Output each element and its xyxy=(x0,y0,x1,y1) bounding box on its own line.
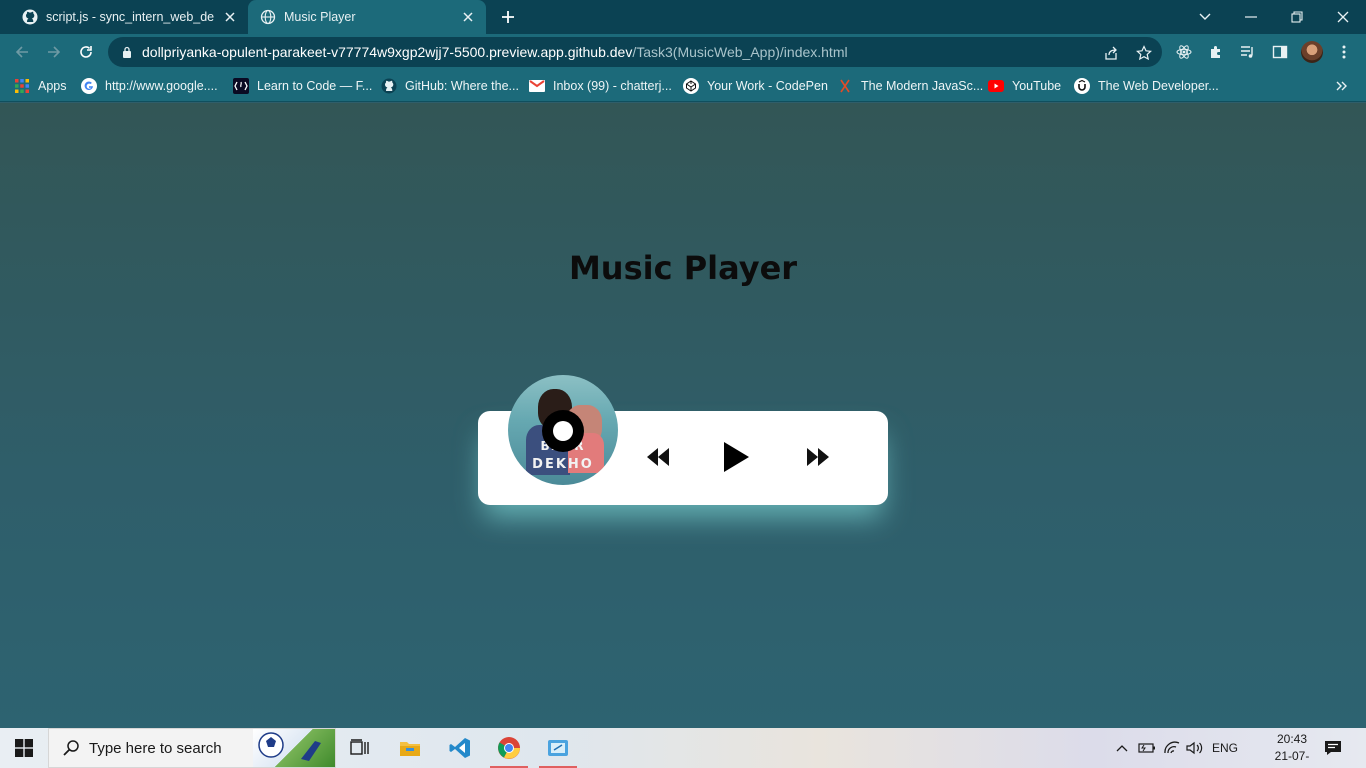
vscode-icon xyxy=(449,738,470,758)
lock-icon[interactable] xyxy=(120,45,134,59)
bookmark-label: Learn to Code — F... xyxy=(257,79,373,93)
album-art-disc: EK BAAR DEKHO xyxy=(508,375,618,485)
gmail-icon xyxy=(529,78,545,94)
system-clock[interactable]: 20:43 21-07-2023 xyxy=(1262,731,1322,768)
tab-music-player[interactable]: Music Player xyxy=(248,0,486,34)
page-title: Music Player xyxy=(568,249,798,287)
address-bar[interactable]: dollpriyanka-opulent-parakeet-v77774w9xg… xyxy=(108,37,1162,67)
url-text[interactable]: dollpriyanka-opulent-parakeet-v77774w9xg… xyxy=(142,44,848,60)
play-icon xyxy=(724,442,749,472)
battery-icon[interactable] xyxy=(1137,728,1157,768)
chrome-icon xyxy=(498,737,520,759)
input-language-indicator[interactable]: ENG xyxy=(1209,728,1241,768)
next-track-button[interactable] xyxy=(806,445,830,469)
side-panel-icon[interactable] xyxy=(1271,43,1289,61)
javascript-info-icon xyxy=(837,78,853,94)
task-view-icon xyxy=(350,739,369,755)
more-bookmarks-chevron-icon[interactable] xyxy=(1336,76,1348,96)
search-placeholder: Type here to search xyxy=(89,739,222,757)
tab-strip: script.js - sync_intern_web_develo Music… xyxy=(0,0,1366,34)
file-explorer-button[interactable] xyxy=(387,728,433,768)
tab-title: script.js - sync_intern_web_develo xyxy=(46,10,214,24)
new-tab-icon[interactable] xyxy=(498,7,518,27)
share-icon[interactable] xyxy=(1102,44,1120,62)
freecodecamp-icon xyxy=(233,78,249,94)
browser-toolbar: dollpriyanka-opulent-parakeet-v77774w9xg… xyxy=(0,34,1366,70)
bookmark-udemy[interactable]: The Web Developer... xyxy=(1074,76,1219,96)
windows-logo-icon xyxy=(15,739,33,757)
bookmark-freecodecamp[interactable]: Learn to Code — F... xyxy=(233,76,372,96)
show-hidden-icons-chevron-icon[interactable] xyxy=(1113,728,1131,768)
close-tab-icon[interactable] xyxy=(222,9,238,25)
bookmark-label: The Modern JavaSc... xyxy=(861,79,984,93)
bookmark-label: YouTube xyxy=(1012,79,1062,93)
close-window-icon[interactable] xyxy=(1330,4,1356,30)
windows-start-button[interactable] xyxy=(0,728,48,768)
minimize-icon[interactable] xyxy=(1238,4,1264,30)
folder-icon xyxy=(400,742,420,756)
back-arrow-icon[interactable] xyxy=(10,40,34,64)
bookmarks-bar: Apps http://www.google.... Learn to Code… xyxy=(0,70,1366,102)
bookmark-gmail[interactable]: Inbox (99) - chatterj... xyxy=(529,76,672,96)
search-highlight-image[interactable] xyxy=(253,729,335,767)
clock-time: 20:43 xyxy=(1276,732,1308,746)
bookmark-javascript-info[interactable]: The Modern JavaSc... xyxy=(837,76,983,96)
snipping-tool-button[interactable] xyxy=(535,728,581,768)
bookmark-google[interactable]: http://www.google.... xyxy=(81,76,218,96)
chrome-button[interactable] xyxy=(486,728,532,768)
taskbar-search-input[interactable]: Type here to search xyxy=(48,728,336,768)
rewind-icon xyxy=(647,448,669,466)
snipping-tool-icon xyxy=(548,740,568,756)
volume-icon[interactable] xyxy=(1185,728,1205,768)
url-path: /Task3(MusicWeb_App)/index.html xyxy=(632,44,848,60)
restore-icon[interactable] xyxy=(1284,4,1310,30)
fast-forward-icon xyxy=(807,448,829,466)
tab-title: Music Player xyxy=(284,10,356,24)
bookmark-label: Your Work - CodePen xyxy=(707,79,828,93)
bookmark-youtube[interactable]: YouTube xyxy=(988,76,1061,96)
codepen-icon xyxy=(683,78,699,94)
search-icon xyxy=(61,738,81,758)
bookmark-label: GitHub: Where the... xyxy=(405,79,519,93)
close-tab-icon[interactable] xyxy=(460,9,476,25)
globe-icon xyxy=(260,9,276,25)
apps-grid-icon xyxy=(14,78,30,94)
play-button[interactable] xyxy=(722,440,750,474)
windows-taskbar: Type here to search ENG 20:43 21-07- xyxy=(0,728,1366,768)
bookmark-label: The Web Developer... xyxy=(1098,79,1219,93)
profile-avatar[interactable] xyxy=(1301,41,1323,63)
vscode-button[interactable] xyxy=(437,728,483,768)
bookmark-github[interactable]: GitHub: Where the... xyxy=(381,76,519,96)
reload-icon[interactable] xyxy=(74,40,98,64)
github-icon xyxy=(381,78,397,94)
react-devtools-icon[interactable] xyxy=(1175,43,1193,61)
youtube-icon xyxy=(988,78,1004,94)
github-icon xyxy=(22,9,38,25)
bookmark-label: Inbox (99) - chatterj... xyxy=(553,79,672,93)
tab-script-js[interactable]: script.js - sync_intern_web_develo xyxy=(8,0,248,34)
menu-kebab-icon[interactable] xyxy=(1335,43,1353,61)
task-view-button[interactable] xyxy=(337,728,383,768)
udemy-icon xyxy=(1074,78,1090,94)
media-controls-icon[interactable] xyxy=(1239,43,1257,61)
forward-arrow-icon[interactable] xyxy=(42,40,66,64)
bookmark-star-icon[interactable] xyxy=(1135,44,1153,62)
tab-search-chevron-icon[interactable] xyxy=(1192,4,1218,30)
page-viewport: Music Player EK BAAR DEKHO xyxy=(0,103,1366,728)
bookmark-apps[interactable]: Apps xyxy=(14,76,67,96)
extensions-puzzle-icon[interactable] xyxy=(1207,43,1225,61)
previous-track-button[interactable] xyxy=(646,445,670,469)
bookmark-label: Apps xyxy=(38,79,67,93)
google-icon xyxy=(81,78,97,94)
notifications-icon[interactable] xyxy=(1322,728,1344,768)
wifi-icon[interactable] xyxy=(1162,728,1182,768)
url-host: dollpriyanka-opulent-parakeet-v77774w9xg… xyxy=(142,44,633,60)
bookmark-codepen[interactable]: Your Work - CodePen xyxy=(683,76,828,96)
disc-center-dot xyxy=(553,421,573,441)
album-art-title-line: DEKHO xyxy=(532,457,594,472)
clock-date: 21-07-2023 xyxy=(1274,749,1310,768)
bookmark-label: http://www.google.... xyxy=(105,79,218,93)
